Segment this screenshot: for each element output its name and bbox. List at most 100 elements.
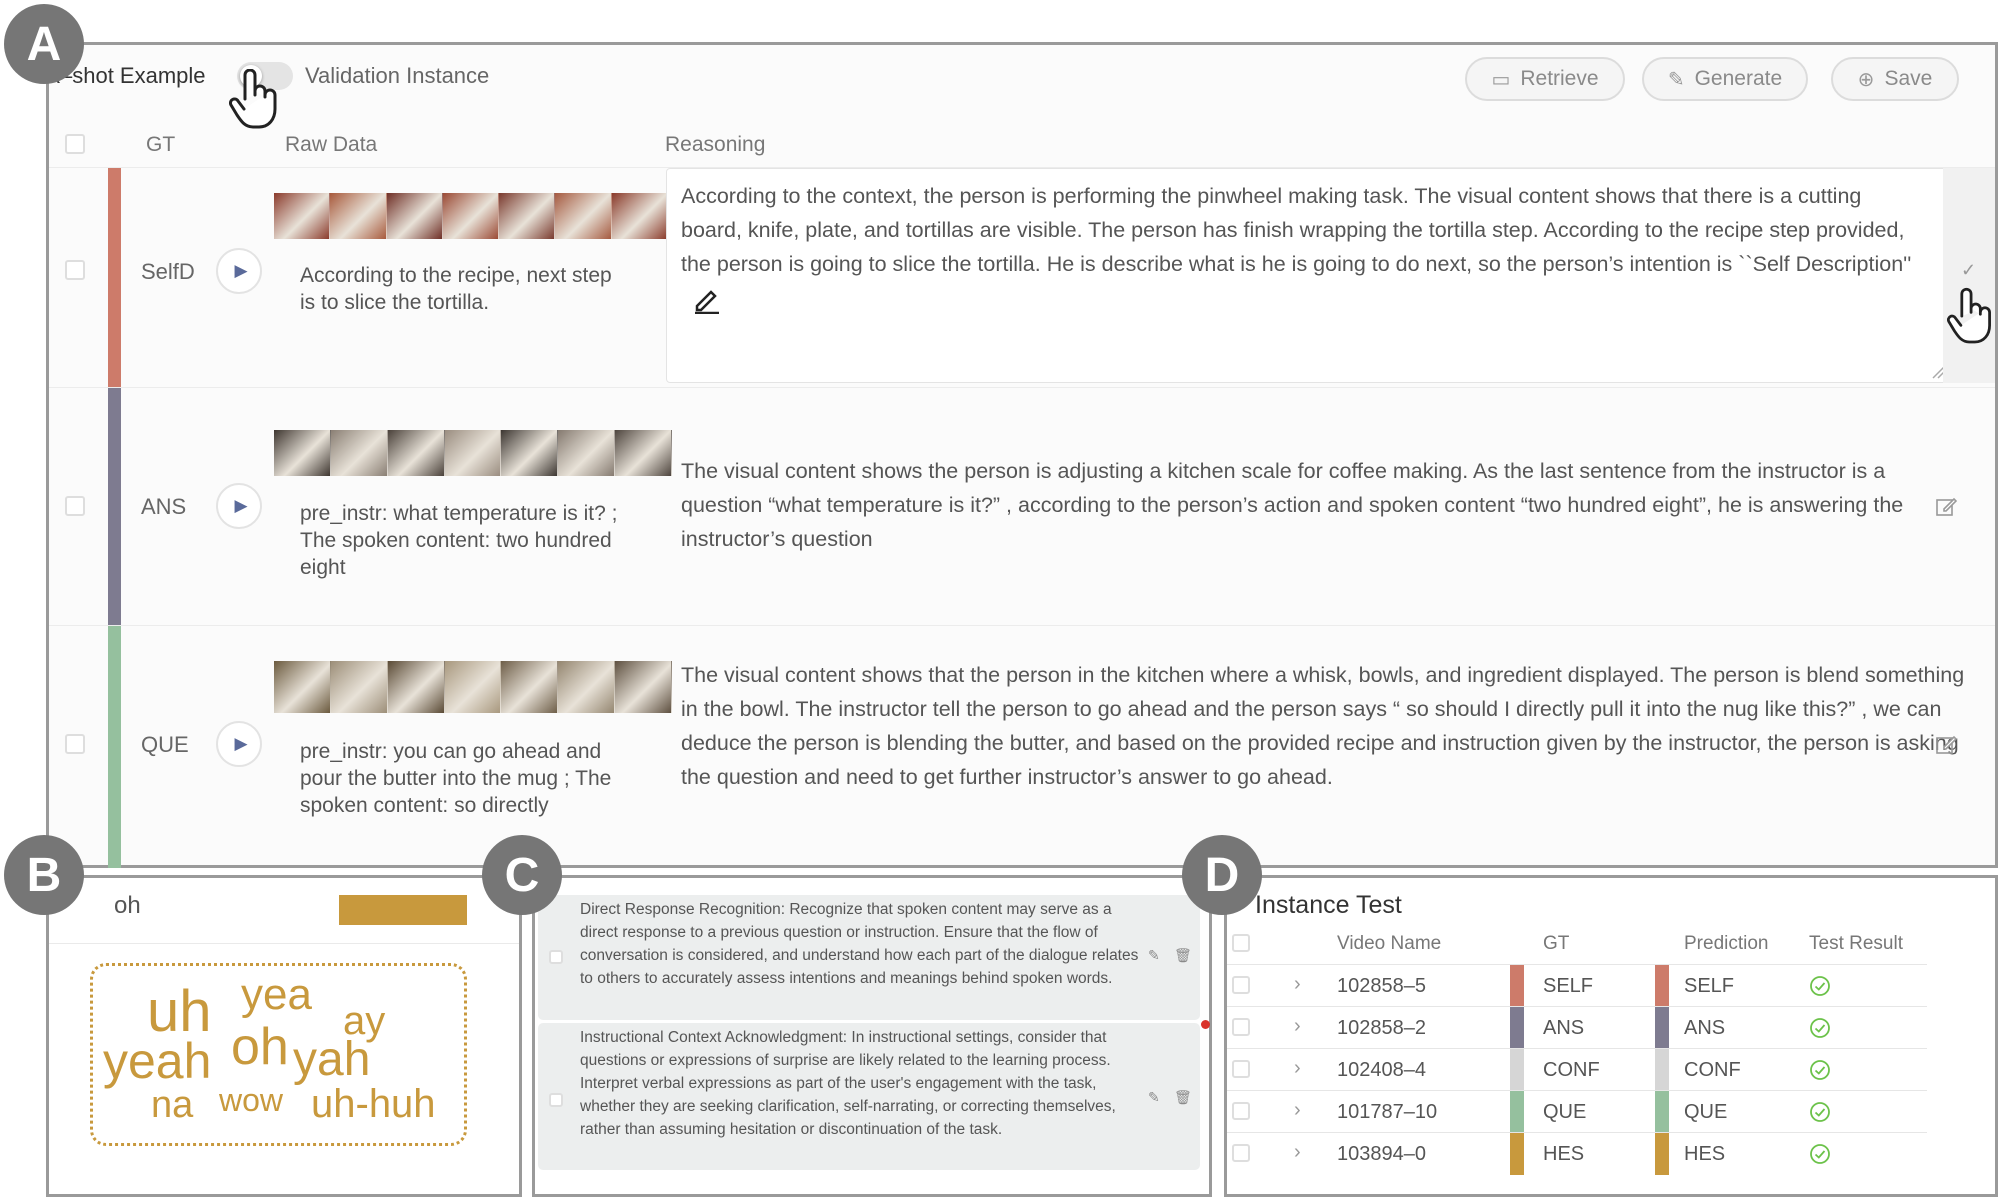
- col-prediction: Prediction: [1684, 933, 1769, 954]
- inbox-icon: ▭: [1491, 68, 1511, 91]
- edit-icon[interactable]: ✎: [1148, 947, 1160, 964]
- magic-wand-icon: ✎: [1667, 68, 1685, 91]
- keyword-color-swatch[interactable]: [339, 895, 467, 925]
- test-row[interactable]: › 103894–0 HES HES: [1227, 1132, 1927, 1175]
- video-frame: [330, 430, 388, 476]
- cloud-word[interactable]: oh: [231, 1021, 289, 1073]
- prediction-color-bar: [1655, 1091, 1669, 1133]
- retrieve-label: Retrieve: [1520, 67, 1599, 90]
- rule-text[interactable]: Direct Response Recognition: Recognize t…: [580, 898, 1140, 990]
- hand-cursor-icon: [1947, 287, 1991, 344]
- reasoning-content: According to the context, the person is …: [681, 184, 1912, 276]
- video-frames: [274, 430, 673, 476]
- col-gt: GT: [146, 133, 176, 156]
- video-frame: [274, 430, 331, 476]
- panel-a-badge: A: [4, 4, 84, 84]
- video-frame: [499, 193, 556, 239]
- video-frame: [501, 661, 559, 713]
- kshot-row: SelfD ▶ According to the recipe, next st…: [49, 167, 1995, 387]
- video-frame: [442, 193, 500, 239]
- save-button[interactable]: ⊕ Save: [1831, 57, 1959, 101]
- rule-checkbox[interactable]: [549, 950, 563, 964]
- instance-test-panel: Instance Test Video Name GT Prediction T…: [1224, 875, 1998, 1197]
- retrieve-button[interactable]: ▭ Retrieve: [1465, 57, 1625, 101]
- reasoning-editor[interactable]: According to the context, the person is …: [666, 168, 1949, 383]
- row-checkbox[interactable]: [65, 496, 85, 516]
- kshot-panel: k–shot Example Validation Instance ▭ Retr…: [46, 42, 1998, 868]
- video-frame: [274, 661, 331, 713]
- edit-icon[interactable]: [1935, 734, 1957, 756]
- row-checkbox[interactable]: [1232, 1144, 1250, 1162]
- chevron-right-icon[interactable]: ›: [1294, 973, 1301, 996]
- gt-color-bar: [1510, 1091, 1524, 1133]
- rule-text[interactable]: Instructional Context Acknowledgment: In…: [580, 1026, 1140, 1141]
- row-action-area: ✓: [1943, 168, 1995, 383]
- video-frame: [444, 430, 502, 476]
- row-checkbox[interactable]: [1232, 976, 1250, 994]
- row-checkbox[interactable]: [65, 260, 85, 280]
- row-checkbox[interactable]: [1232, 1102, 1250, 1120]
- trash-icon[interactable]: 🗑: [1174, 1089, 1192, 1106]
- rule-card: Direct Response Recognition: Recognize t…: [538, 895, 1200, 1020]
- prediction-color-bar: [1655, 1049, 1669, 1091]
- rule-checkbox[interactable]: [549, 1093, 563, 1107]
- cloud-word[interactable]: wow: [219, 1084, 283, 1116]
- panel-a-toolbar: k–shot Example Validation Instance ▭ Retr…: [49, 45, 1995, 129]
- video-name: 102858–5: [1337, 975, 1426, 997]
- gt-label: ANS: [1543, 1017, 1585, 1039]
- confirm-check-icon[interactable]: ✓: [1961, 260, 1976, 281]
- check-circle-icon: [1810, 1060, 1830, 1080]
- prediction-color-bar: [1655, 1007, 1669, 1049]
- gt-label: ANS: [141, 494, 187, 519]
- wordcloud-panel: oh uh yea ay yeah oh yah na wow uh-huh: [46, 875, 522, 1197]
- gt-color-bar: [1510, 1133, 1524, 1175]
- chevron-right-icon[interactable]: ›: [1294, 1057, 1301, 1080]
- test-row[interactable]: › 102858–2 ANS ANS: [1227, 1006, 1927, 1049]
- chevron-right-icon[interactable]: ›: [1294, 1099, 1301, 1122]
- edit-icon[interactable]: [1935, 496, 1957, 518]
- gt-color-bar: [108, 388, 121, 625]
- pencil-icon[interactable]: [691, 284, 721, 315]
- prediction-label: HES: [1684, 1143, 1726, 1165]
- test-row[interactable]: › 101787–10 QUE QUE: [1227, 1090, 1927, 1133]
- trash-icon[interactable]: 🗑: [1174, 947, 1192, 964]
- video-name: 103894–0: [1337, 1143, 1426, 1165]
- keyword-search-value[interactable]: oh: [114, 892, 141, 920]
- save-label: Save: [1884, 67, 1933, 90]
- test-row[interactable]: › 102858–5 SELF SELF: [1227, 964, 1927, 1007]
- gt-label: QUE: [141, 732, 189, 757]
- reasoning-text[interactable]: The visual content shows that the person…: [681, 658, 1971, 794]
- test-row[interactable]: › 102408–4 CONF CONF: [1227, 1048, 1927, 1091]
- video-frame: [558, 430, 616, 476]
- video-frame: [274, 193, 331, 239]
- cloud-word[interactable]: na: [151, 1086, 193, 1124]
- word-cloud: uh yea ay yeah oh yah na wow uh-huh: [90, 963, 467, 1146]
- video-frame: [615, 661, 673, 713]
- play-button[interactable]: ▶: [216, 721, 262, 767]
- notification-dot: [1201, 1020, 1210, 1029]
- cloud-word[interactable]: yah: [293, 1036, 370, 1084]
- panel-d-badge: D: [1182, 835, 1262, 915]
- video-frame: [555, 193, 612, 239]
- chevron-right-icon[interactable]: ›: [1294, 1015, 1301, 1038]
- chevron-right-icon[interactable]: ›: [1294, 1141, 1301, 1164]
- cloud-word[interactable]: uh-huh: [311, 1084, 436, 1124]
- play-icon: ▶: [234, 261, 248, 280]
- video-frame: [615, 430, 673, 476]
- reasoning-text[interactable]: The visual content shows the person is a…: [681, 454, 1971, 556]
- gt-color-bar: [1510, 1049, 1524, 1091]
- check-circle-icon: [1810, 1018, 1830, 1038]
- generate-button[interactable]: ✎ Generate: [1642, 57, 1808, 101]
- row-checkbox[interactable]: [65, 734, 85, 754]
- play-button[interactable]: ▶: [216, 483, 262, 529]
- row-checkbox[interactable]: [1232, 1060, 1250, 1078]
- col-raw-data: Raw Data: [285, 133, 378, 156]
- play-button[interactable]: ▶: [216, 248, 262, 294]
- cloud-word[interactable]: yea: [241, 973, 312, 1017]
- cloud-word[interactable]: yeah: [103, 1036, 211, 1086]
- edit-icon[interactable]: ✎: [1148, 1089, 1160, 1106]
- select-all-checkbox[interactable]: [1232, 934, 1250, 952]
- row-checkbox[interactable]: [1232, 1018, 1250, 1036]
- reasoning-text[interactable]: According to the context, the person is …: [681, 179, 1921, 315]
- select-all-checkbox[interactable]: [65, 134, 85, 154]
